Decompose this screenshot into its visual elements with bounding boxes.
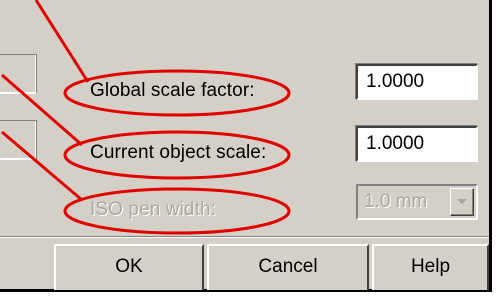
help-button[interactable]: Help (372, 244, 489, 290)
button-separator (0, 236, 489, 238)
current-object-scale-input[interactable]: 1.0000 (356, 126, 478, 162)
iso-pen-width-value: 1.0 mm (364, 191, 428, 212)
current-object-scale-label: Current object scale: (90, 142, 267, 163)
partial-control-middle (0, 120, 37, 160)
iso-pen-width-label: ISO pen width: (90, 199, 217, 220)
chevron-down-icon (457, 199, 467, 204)
global-scale-factor-input[interactable]: 1.0000 (356, 64, 478, 100)
dropdown-button[interactable] (450, 188, 474, 216)
ok-button[interactable]: OK (54, 244, 204, 290)
iso-pen-width-select[interactable]: 1.0 mm (356, 184, 478, 220)
global-scale-factor-label: Global scale factor: (90, 80, 255, 101)
cancel-button[interactable]: Cancel (207, 244, 369, 290)
partial-control-top (0, 54, 37, 94)
dialog-panel: Global scale factor: 1.0000 Current obje… (0, 0, 492, 292)
